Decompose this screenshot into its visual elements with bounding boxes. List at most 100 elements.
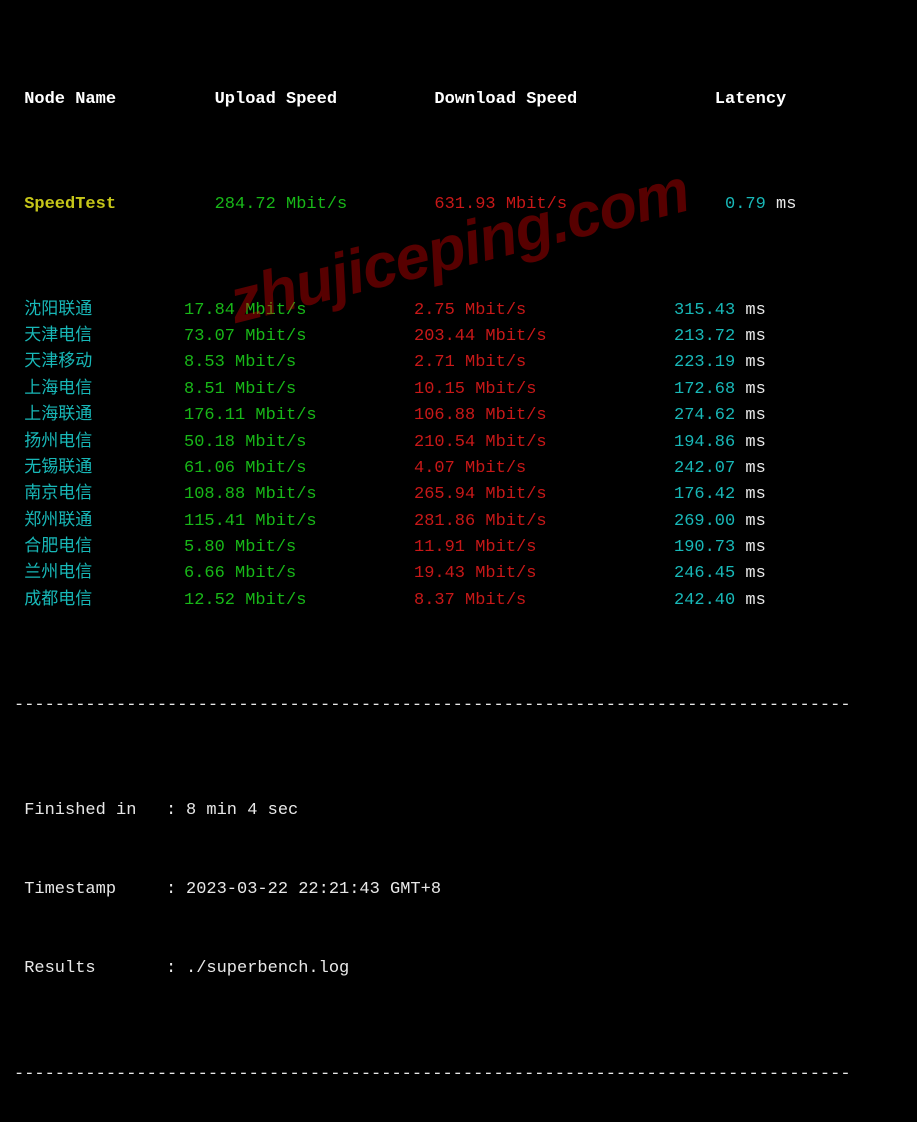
latency-value: 194.86 bbox=[674, 433, 735, 452]
speed-row: 上海联通176.11 Mbit/s106.88 Mbit/s274.62 ms bbox=[14, 403, 903, 429]
upload-speed: 5.80 Mbit/s bbox=[184, 535, 414, 561]
upload-speed: 8.53 Mbit/s bbox=[184, 350, 414, 376]
latency: 172.68 ms bbox=[674, 377, 844, 403]
header-upload: Upload Speed bbox=[184, 87, 414, 113]
results-label: Results bbox=[14, 956, 166, 982]
terminal-output: Node Name Upload Speed Download Speed La… bbox=[0, 0, 917, 1122]
footer-results: Results : ./superbench.log bbox=[14, 956, 903, 982]
latency-value: 213.72 bbox=[674, 327, 735, 346]
header-latency: Latency bbox=[674, 87, 844, 113]
node-name: 上海联通 bbox=[14, 403, 184, 429]
upload-speed: 176.11 Mbit/s bbox=[184, 403, 414, 429]
download-speed: 8.37 Mbit/s bbox=[414, 588, 674, 614]
speed-row: 天津电信73.07 Mbit/s203.44 Mbit/s213.72 ms bbox=[14, 324, 903, 350]
divider: ----------------------------------------… bbox=[14, 1062, 903, 1088]
speed-row: 合肥电信5.80 Mbit/s11.91 Mbit/s190.73 ms bbox=[14, 535, 903, 561]
latency-value: 269.00 bbox=[674, 512, 735, 531]
header-node: Node Name bbox=[14, 87, 184, 113]
speedtest-name: SpeedTest bbox=[14, 192, 184, 218]
latency-unit: ms bbox=[735, 433, 766, 452]
speed-row: 成都电信12.52 Mbit/s8.37 Mbit/s242.40 ms bbox=[14, 588, 903, 614]
upload-speed: 6.66 Mbit/s bbox=[184, 561, 414, 587]
download-speed: 4.07 Mbit/s bbox=[414, 456, 674, 482]
latency: 242.07 ms bbox=[674, 456, 844, 482]
latency-value: 246.45 bbox=[674, 564, 735, 583]
divider: ----------------------------------------… bbox=[14, 693, 903, 719]
node-name: 成都电信 bbox=[14, 588, 184, 614]
speed-row: 天津移动8.53 Mbit/s2.71 Mbit/s223.19 ms bbox=[14, 350, 903, 376]
timestamp-value: 2023-03-22 22:21:43 GMT+8 bbox=[186, 877, 441, 903]
latency: 315.43 ms bbox=[674, 298, 844, 324]
separator: : bbox=[166, 877, 186, 903]
latency: 242.40 ms bbox=[674, 588, 844, 614]
download-speed: 106.88 Mbit/s bbox=[414, 403, 674, 429]
latency-unit: ms bbox=[735, 406, 766, 425]
header-row: Node Name Upload Speed Download Speed La… bbox=[14, 87, 903, 113]
node-name: 南京电信 bbox=[14, 482, 184, 508]
speed-row: 扬州电信50.18 Mbit/s210.54 Mbit/s194.86 ms bbox=[14, 430, 903, 456]
latency-unit: ms bbox=[735, 459, 766, 478]
latency-value: 242.07 bbox=[674, 459, 735, 478]
node-name: 扬州电信 bbox=[14, 430, 184, 456]
download-speed: 2.71 Mbit/s bbox=[414, 350, 674, 376]
node-name: 天津电信 bbox=[14, 324, 184, 350]
latency-value: 274.62 bbox=[674, 406, 735, 425]
download-speed: 10.15 Mbit/s bbox=[414, 377, 674, 403]
latency-unit: ms bbox=[735, 512, 766, 531]
footer-timestamp: Timestamp : 2023-03-22 22:21:43 GMT+8 bbox=[14, 877, 903, 903]
node-name: 沈阳联通 bbox=[14, 298, 184, 324]
node-name: 上海电信 bbox=[14, 377, 184, 403]
speedtest-upload: 284.72 Mbit/s bbox=[184, 192, 414, 218]
download-speed: 265.94 Mbit/s bbox=[414, 482, 674, 508]
separator: : bbox=[166, 956, 186, 982]
node-name: 天津移动 bbox=[14, 350, 184, 376]
upload-speed: 8.51 Mbit/s bbox=[184, 377, 414, 403]
download-speed: 281.86 Mbit/s bbox=[414, 509, 674, 535]
latency: 194.86 ms bbox=[674, 430, 844, 456]
speed-row: 无锡联通61.06 Mbit/s4.07 Mbit/s242.07 ms bbox=[14, 456, 903, 482]
latency: 274.62 ms bbox=[674, 403, 844, 429]
upload-speed: 50.18 Mbit/s bbox=[184, 430, 414, 456]
upload-speed: 61.06 Mbit/s bbox=[184, 456, 414, 482]
download-speed: 203.44 Mbit/s bbox=[414, 324, 674, 350]
latency: 223.19 ms bbox=[674, 350, 844, 376]
latency-unit: ms bbox=[735, 301, 766, 320]
latency-value: 242.40 bbox=[674, 591, 735, 610]
upload-speed: 108.88 Mbit/s bbox=[184, 482, 414, 508]
latency-unit: ms bbox=[735, 538, 766, 557]
latency: 269.00 ms bbox=[674, 509, 844, 535]
latency-value: 0.79 bbox=[674, 195, 766, 214]
upload-speed: 17.84 Mbit/s bbox=[184, 298, 414, 324]
download-speed: 11.91 Mbit/s bbox=[414, 535, 674, 561]
node-name: 合肥电信 bbox=[14, 535, 184, 561]
latency-value: 172.68 bbox=[674, 380, 735, 399]
separator: : bbox=[166, 798, 186, 824]
speedtest-download: 631.93 Mbit/s bbox=[414, 192, 674, 218]
upload-speed: 12.52 Mbit/s bbox=[184, 588, 414, 614]
timestamp-label: Timestamp bbox=[14, 877, 166, 903]
node-name: 兰州电信 bbox=[14, 561, 184, 587]
latency-unit: ms bbox=[735, 327, 766, 346]
latency: 176.42 ms bbox=[674, 482, 844, 508]
upload-speed: 73.07 Mbit/s bbox=[184, 324, 414, 350]
node-name: 无锡联通 bbox=[14, 456, 184, 482]
latency-value: 190.73 bbox=[674, 538, 735, 557]
latency-unit: ms bbox=[735, 380, 766, 399]
speedtest-latency: 0.79 ms bbox=[674, 192, 844, 218]
finished-label: Finished in bbox=[14, 798, 166, 824]
latency-value: 315.43 bbox=[674, 301, 735, 320]
latency-unit: ms bbox=[766, 195, 797, 214]
finished-value: 8 min 4 sec bbox=[186, 798, 298, 824]
speed-row: 南京电信108.88 Mbit/s265.94 Mbit/s176.42 ms bbox=[14, 482, 903, 508]
upload-speed: 115.41 Mbit/s bbox=[184, 509, 414, 535]
download-speed: 2.75 Mbit/s bbox=[414, 298, 674, 324]
results-value: ./superbench.log bbox=[186, 956, 349, 982]
latency-unit: ms bbox=[735, 564, 766, 583]
footer-finished: Finished in : 8 min 4 sec bbox=[14, 798, 903, 824]
latency-unit: ms bbox=[735, 485, 766, 504]
latency: 213.72 ms bbox=[674, 324, 844, 350]
download-speed: 210.54 Mbit/s bbox=[414, 430, 674, 456]
speedtest-row: SpeedTest 284.72 Mbit/s 631.93 Mbit/s 0.… bbox=[14, 192, 903, 218]
header-download: Download Speed bbox=[414, 87, 674, 113]
latency-unit: ms bbox=[735, 591, 766, 610]
